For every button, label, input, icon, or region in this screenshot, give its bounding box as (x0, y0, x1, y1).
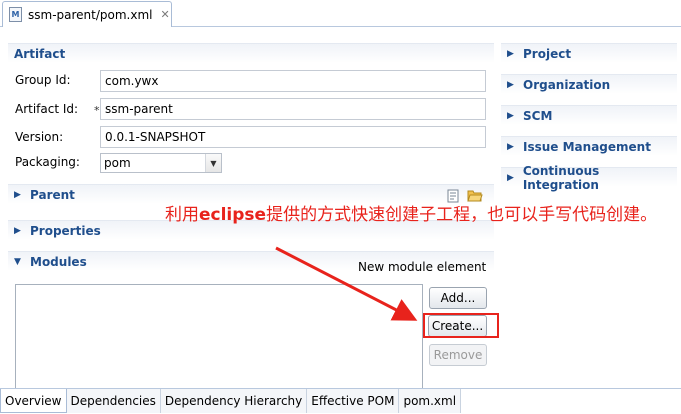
tab-dependencies[interactable]: Dependencies (66, 389, 161, 413)
tab-effective-pom[interactable]: Effective POM (307, 389, 400, 413)
tab-dependency-hierarchy[interactable]: Dependency Hierarchy (160, 389, 308, 413)
create-button-highlight (423, 313, 499, 338)
page-tabs: Overview Dependencies Dependency Hierarc… (0, 388, 681, 414)
tab-pom-xml[interactable]: pom.xml (399, 389, 462, 413)
annotation-arrow (275, 246, 418, 321)
tab-overview[interactable]: Overview (0, 389, 67, 413)
